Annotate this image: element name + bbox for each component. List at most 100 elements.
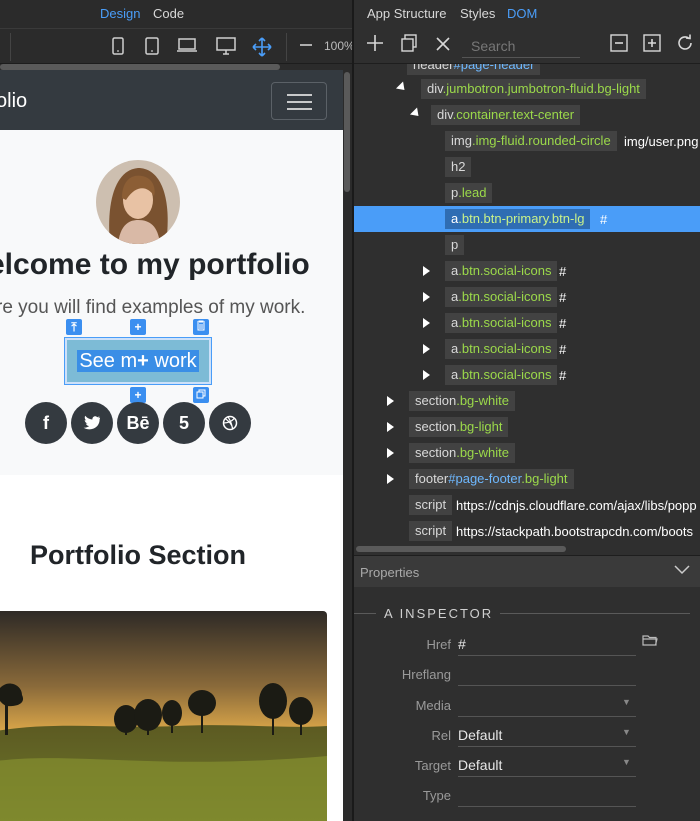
500px-icon[interactable]: 5 xyxy=(163,402,205,444)
node-tag: div xyxy=(437,107,453,122)
add-icon[interactable] xyxy=(363,34,387,58)
tree-row[interactable]: p.lead xyxy=(354,180,700,206)
dropdown-caret-icon[interactable]: ▼ xyxy=(622,697,631,707)
user-avatar[interactable] xyxy=(96,160,180,244)
navbar-brand[interactable]: olio xyxy=(0,90,27,113)
desktop-icon[interactable] xyxy=(215,37,237,57)
collapsed-arrow-icon[interactable] xyxy=(423,266,430,276)
collapsed-arrow-icon[interactable] xyxy=(387,422,394,432)
structure-panel: App Structure Styles DOM Search header#p… xyxy=(354,0,700,821)
select-parent-icon[interactable]: ⤒ xyxy=(66,319,82,335)
duplicate-icon[interactable] xyxy=(193,387,209,403)
node-attribute: # xyxy=(559,316,567,331)
navbar-toggler-button[interactable] xyxy=(271,82,327,120)
tree-row[interactable]: section.bg-light xyxy=(354,414,700,440)
folder-icon[interactable] xyxy=(642,634,658,649)
collapsed-arrow-icon[interactable] xyxy=(387,448,394,458)
insert-before-icon[interactable]: + xyxy=(130,319,146,335)
collapsed-arrow-icon[interactable] xyxy=(423,370,430,380)
node-class: .img-fluid.rounded-circle xyxy=(471,133,611,148)
tab-dom[interactable]: DOM xyxy=(507,6,537,21)
expanded-arrow-icon[interactable] xyxy=(409,107,423,120)
tree-row[interactable]: h2 xyxy=(354,154,700,180)
scrollbar-thumb[interactable] xyxy=(344,72,350,192)
phone-icon[interactable] xyxy=(108,37,128,57)
zoom-out-icon[interactable] xyxy=(296,37,316,57)
prop-type: Type xyxy=(354,783,700,809)
tree-row[interactable]: p xyxy=(354,232,700,258)
hreflang-input[interactable] xyxy=(458,664,636,686)
node-class: .container.text-center xyxy=(452,107,575,122)
dribbble-icon[interactable] xyxy=(209,402,251,444)
collapse-all-icon[interactable] xyxy=(607,34,631,58)
copy-icon[interactable] xyxy=(397,34,421,58)
hero-title: elcome to my portfolio xyxy=(0,248,310,281)
collapsed-arrow-icon[interactable] xyxy=(387,396,394,406)
tree-row[interactable]: footer#page-footer.bg-light xyxy=(354,466,700,492)
node-tag: p xyxy=(451,237,459,252)
expand-all-icon[interactable] xyxy=(640,34,664,58)
tree-row[interactable]: script https://stackpath.bootstrapcdn.co… xyxy=(354,518,700,542)
facebook-icon[interactable]: f xyxy=(25,402,67,444)
href-input[interactable]: # xyxy=(458,634,636,656)
device-toolbar: 100% xyxy=(0,28,352,64)
tablet-icon[interactable] xyxy=(142,37,162,57)
tree-row[interactable]: img.img-fluid.rounded-circle img/user.pn… xyxy=(354,128,700,154)
tree-row[interactable]: a.btn.social-icons # xyxy=(354,336,700,362)
delete-icon[interactable] xyxy=(193,319,209,335)
portfolio-section-title: Portfolio Section xyxy=(30,540,246,570)
media-select[interactable] xyxy=(458,695,636,717)
scrollbar-thumb[interactable] xyxy=(356,546,566,552)
tree-row[interactable]: a.btn.social-icons # xyxy=(354,258,700,284)
close-icon[interactable] xyxy=(431,34,455,58)
node-tag: footer xyxy=(415,471,449,486)
tree-row[interactable]: script https://cdnjs.cloudflare.com/ajax… xyxy=(354,492,700,518)
refresh-icon[interactable] xyxy=(673,34,697,58)
tab-app-structure[interactable]: App Structure xyxy=(367,6,447,21)
portfolio-image[interactable] xyxy=(0,611,327,821)
twitter-icon[interactable] xyxy=(71,402,113,444)
node-class: .btn.social-icons xyxy=(458,315,552,330)
prop-media: Media ▼ xyxy=(354,693,700,719)
node-tag: section xyxy=(415,445,457,460)
tab-styles[interactable]: Styles xyxy=(460,6,495,21)
node-class: .bg-light xyxy=(456,419,503,434)
dropdown-caret-icon[interactable]: ▼ xyxy=(622,757,631,767)
laptop-icon[interactable] xyxy=(176,37,198,57)
tree-row[interactable]: div.jumbotron.jumbotron-fluid.bg-light xyxy=(354,76,700,102)
see-my-work-button[interactable]: See m+ work xyxy=(67,340,209,382)
chevron-down-icon[interactable] xyxy=(674,562,690,578)
dom-search-input[interactable]: Search xyxy=(462,34,580,58)
collapsed-arrow-icon[interactable] xyxy=(423,318,430,328)
tree-row[interactable]: section.bg-white xyxy=(354,440,700,466)
tree-row[interactable]: a.btn.social-icons # xyxy=(354,362,700,388)
collapsed-arrow-icon[interactable] xyxy=(423,344,430,354)
insert-after-icon[interactable]: + xyxy=(130,387,146,403)
canvas-vertical-scrollbar[interactable] xyxy=(343,70,352,821)
tree-row-selected[interactable]: a.btn.btn-primary.btn-lg # xyxy=(354,206,700,232)
expanded-arrow-icon[interactable] xyxy=(395,81,409,94)
behance-icon[interactable]: Bē xyxy=(117,402,159,444)
rel-select[interactable]: Default xyxy=(458,725,636,747)
tree-row[interactable]: div.container.text-center xyxy=(354,102,700,128)
collapsed-arrow-icon[interactable] xyxy=(387,474,394,484)
tree-row[interactable]: a.btn.social-icons # xyxy=(354,284,700,310)
zoom-level[interactable]: 100% xyxy=(324,39,352,53)
tree-row[interactable]: section.bg-white xyxy=(354,388,700,414)
tree-row[interactable]: a.btn.social-icons # xyxy=(354,310,700,336)
node-attribute: https://cdnjs.cloudflare.com/ajax/libs/p… xyxy=(456,498,697,513)
tab-code[interactable]: Code xyxy=(153,6,184,21)
node-attribute: # xyxy=(559,342,567,357)
target-select[interactable]: Default xyxy=(458,755,636,777)
move-cursor-icon: + xyxy=(137,350,149,372)
collapsed-arrow-icon[interactable] xyxy=(423,292,430,302)
type-input[interactable] xyxy=(458,785,636,807)
hamburger-line xyxy=(287,94,312,96)
node-attribute: img/user.png xyxy=(624,134,699,149)
prop-label: Type xyxy=(422,788,451,803)
dropdown-caret-icon[interactable]: ▼ xyxy=(622,727,631,737)
properties-header[interactable]: Properties xyxy=(354,555,700,587)
move-arrows-icon[interactable] xyxy=(251,37,273,57)
tab-design[interactable]: Design xyxy=(100,6,140,21)
tree-horizontal-scrollbar[interactable] xyxy=(354,544,700,554)
